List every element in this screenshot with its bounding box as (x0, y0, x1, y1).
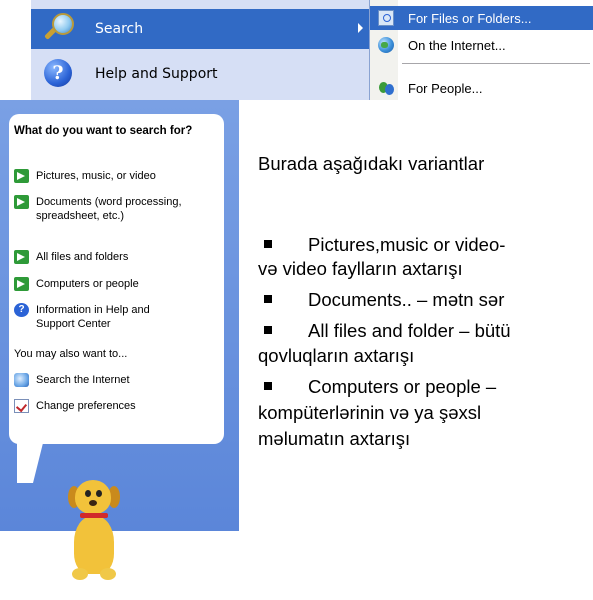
option-search-the-internet[interactable]: Search the Internet (14, 373, 214, 387)
option-label: All files and folders (36, 251, 129, 263)
option-all-files-and-folders[interactable]: All files and folders (14, 250, 214, 264)
green-arrow-icon (14, 195, 29, 209)
help-icon: ? (14, 303, 29, 317)
submenu-label: For People... (408, 80, 483, 96)
search-dog-icon[interactable] (60, 480, 140, 600)
submenu-label: For Files or Folders... (408, 10, 532, 26)
submenu-separator (402, 63, 590, 64)
option-label: Pictures, music, or video (36, 170, 156, 182)
bullet-icon (264, 295, 272, 304)
option-documents[interactable]: Documents (word processing, spreadsheet,… (14, 195, 202, 223)
option-label: Computers or people (36, 278, 139, 290)
submenu-label: On the Internet... (408, 37, 506, 53)
bullet-line: Computers or people – (264, 376, 496, 398)
bullet-icon (264, 382, 272, 391)
submenu-on-the-internet[interactable]: On the Internet... (370, 33, 593, 57)
option-pictures-music-video[interactable]: Pictures, music, or video (14, 169, 214, 183)
bullet-line: Pictures,music or video- (264, 234, 505, 256)
help-icon: ? (41, 56, 77, 92)
search-web-icon (14, 373, 29, 387)
start-menu-help-and-support[interactable]: ? Help and Support (31, 54, 369, 94)
bullet-icon (264, 326, 272, 335)
green-arrow-icon (14, 250, 29, 264)
option-label: Change preferences (36, 400, 136, 412)
option-label: Documents (word processing, spreadsheet,… (36, 196, 182, 222)
submenu-for-people[interactable]: For People... (370, 76, 593, 100)
option-help-and-support-info[interactable]: ? Information in Help and Support Center (14, 303, 202, 331)
search-companion-pane: What do you want to search for? Pictures… (0, 100, 239, 580)
start-menu-search[interactable]: Search (31, 9, 369, 49)
search-icon (41, 11, 77, 47)
people-icon (378, 80, 394, 96)
bullet-line: Documents.. – mətn sər (264, 289, 504, 311)
submenu-for-files-or-folders[interactable]: For Files or Folders... (370, 6, 593, 30)
folder-search-icon (378, 10, 394, 26)
search-companion-title: What do you want to search for? (14, 125, 193, 137)
text-line: və video faylların axtarışı (258, 258, 463, 279)
submenu-arrow-icon (358, 23, 363, 33)
bullet-line: All files and folder – bütü (264, 320, 511, 342)
preferences-icon (14, 399, 29, 413)
bullet-icon (264, 240, 272, 249)
option-change-preferences[interactable]: Change preferences (14, 399, 214, 413)
option-label: Information in Help and Support Center (36, 304, 150, 330)
text-line: qovluqların axtarışı (258, 345, 415, 366)
speech-bubble-tail (17, 443, 43, 483)
help-label: Help and Support (95, 66, 218, 82)
green-arrow-icon (14, 277, 29, 291)
search-label: Search (95, 21, 144, 37)
search-submenu: For Files or Folders... On the Internet.… (369, 0, 593, 100)
also-want-label: You may also want to... (14, 348, 128, 360)
text-line: kompüterlərinin və ya şəxsl (258, 402, 482, 423)
start-menu: Search ? Help and Support (31, 0, 369, 100)
green-arrow-icon (14, 169, 29, 183)
option-label: Search the Internet (36, 374, 130, 386)
text-line: məlumatın axtarışı (258, 428, 411, 449)
globe-icon (378, 37, 394, 53)
intro-line: Burada aşağıdakı variantlar (258, 153, 485, 174)
option-computers-or-people[interactable]: Computers or people (14, 277, 214, 291)
